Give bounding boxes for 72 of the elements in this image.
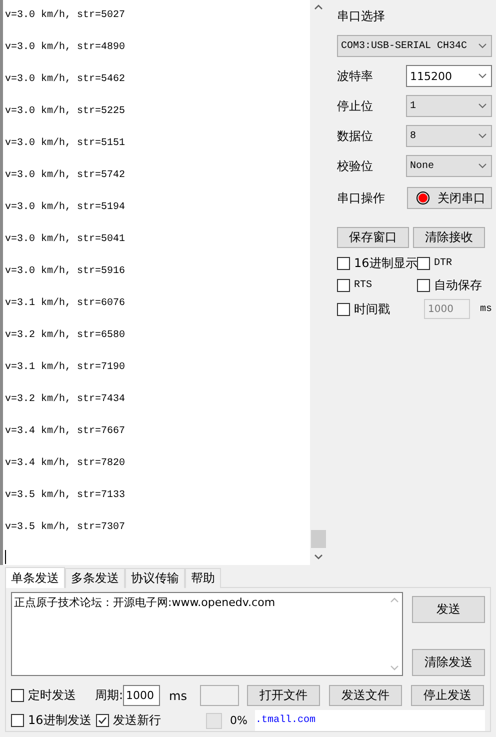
tab[interactable]: 帮助: [185, 568, 221, 588]
status-field: [200, 685, 240, 706]
checkbox[interactable]: [96, 714, 109, 727]
port-dropdown[interactable]: COM3:USB-SERIAL CH34C: [336, 35, 492, 57]
received-line: v=3.4 km/h, str=7667: [5, 424, 126, 439]
received-line: v=3.1 km/h, str=7190: [5, 360, 126, 375]
checkbox-label: 发送新行: [113, 712, 161, 729]
received-line: v=3.0 km/h, str=5151: [5, 136, 126, 151]
send-button[interactable]: 发送: [412, 596, 485, 623]
received-line: v=3.2 km/h, str=7434: [5, 392, 126, 407]
received-line: v=3.0 km/h, str=5225: [5, 104, 126, 119]
received-line: v=3.5 km/h, str=7133: [5, 488, 126, 503]
checkbox-label: 16进制显示: [354, 254, 418, 272]
chevron-down-icon: [478, 133, 487, 139]
checkbox[interactable]: [11, 689, 24, 702]
panel-button[interactable]: 清除接收: [412, 227, 485, 248]
checkbox[interactable]: [336, 278, 350, 292]
checkbox[interactable]: [11, 714, 24, 727]
port-label: 串口选择: [336, 8, 386, 25]
received-line: v=3.0 km/h, str=5916: [5, 264, 126, 279]
progress-reading: 0%: [230, 714, 248, 727]
panel-button[interactable]: 保存窗口: [336, 227, 409, 248]
field-label: 停止位: [336, 98, 373, 114]
unit-label: ms: [480, 304, 492, 314]
setting-dropdown[interactable]: 1: [406, 95, 492, 117]
text-cursor: [5, 550, 6, 564]
received-line: v=3.1 km/h, str=6076: [5, 296, 126, 311]
period-field[interactable]: 1000: [123, 685, 160, 706]
checkbox-label: 自动保存: [434, 276, 482, 294]
received-line: v=3.0 km/h, str=5027: [5, 8, 126, 23]
checkbox[interactable]: [416, 278, 430, 292]
operation-label: 串口操作: [336, 190, 385, 206]
chevron-down-icon: [478, 103, 487, 109]
setting-dropdown[interactable]: 8: [406, 125, 492, 147]
tab[interactable]: 单条发送: [5, 567, 65, 588]
unit-label: ms: [169, 688, 188, 702]
setting-dropdown[interactable]: None: [406, 155, 492, 177]
close-port-button[interactable]: 关闭串口: [407, 187, 492, 209]
chevron-down-icon: [478, 163, 487, 169]
checkbox-label: RTS: [354, 280, 372, 290]
field-label: 校验位: [336, 158, 373, 174]
received-line: v=3.5 km/h, str=7307: [5, 520, 126, 535]
checkbox-label: 时间戳: [354, 300, 390, 318]
chevron-down-icon: [478, 73, 487, 79]
chevron-down-icon: [478, 43, 487, 49]
receive-area[interactable]: [0, 0, 327, 565]
received-line: v=3.0 km/h, str=5041: [5, 232, 126, 247]
setting-dropdown[interactable]: 115200: [406, 65, 492, 87]
checkbox[interactable]: [336, 302, 350, 316]
file-button[interactable]: 打开文件: [247, 685, 320, 706]
tab[interactable]: 多条发送: [65, 568, 125, 588]
checkbox-label: 定时发送: [28, 687, 76, 704]
field-label: 波特率: [336, 68, 373, 84]
scroll-thumb[interactable]: [310, 530, 326, 548]
received-line: v=3.2 km/h, str=6580: [5, 328, 126, 343]
period-label: 周期:: [95, 687, 124, 704]
received-line: v=3.0 km/h, str=5194: [5, 200, 126, 215]
field-label: 数据位: [336, 128, 373, 144]
received-line: v=3.0 km/h, str=4890: [5, 40, 126, 55]
received-line: v=3.0 km/h, str=5462: [5, 72, 126, 87]
clear-send-button[interactable]: 清除发送: [412, 649, 485, 676]
timestamp-field[interactable]: 1000: [424, 299, 470, 319]
received-line: v=3.4 km/h, str=7820: [5, 456, 126, 471]
tab[interactable]: 协议传输: [125, 568, 185, 588]
checkbox-label: DTR: [434, 258, 452, 268]
file-button[interactable]: 发送文件: [329, 685, 402, 706]
link-text[interactable]: .tmall.com: [255, 710, 485, 731]
received-line: v=3.0 km/h, str=5742: [5, 168, 126, 183]
checkbox-label: 16进制发送: [28, 712, 92, 729]
checkbox[interactable]: [416, 256, 430, 270]
checkbox[interactable]: [336, 256, 350, 270]
file-button[interactable]: 停止发送: [411, 685, 484, 706]
